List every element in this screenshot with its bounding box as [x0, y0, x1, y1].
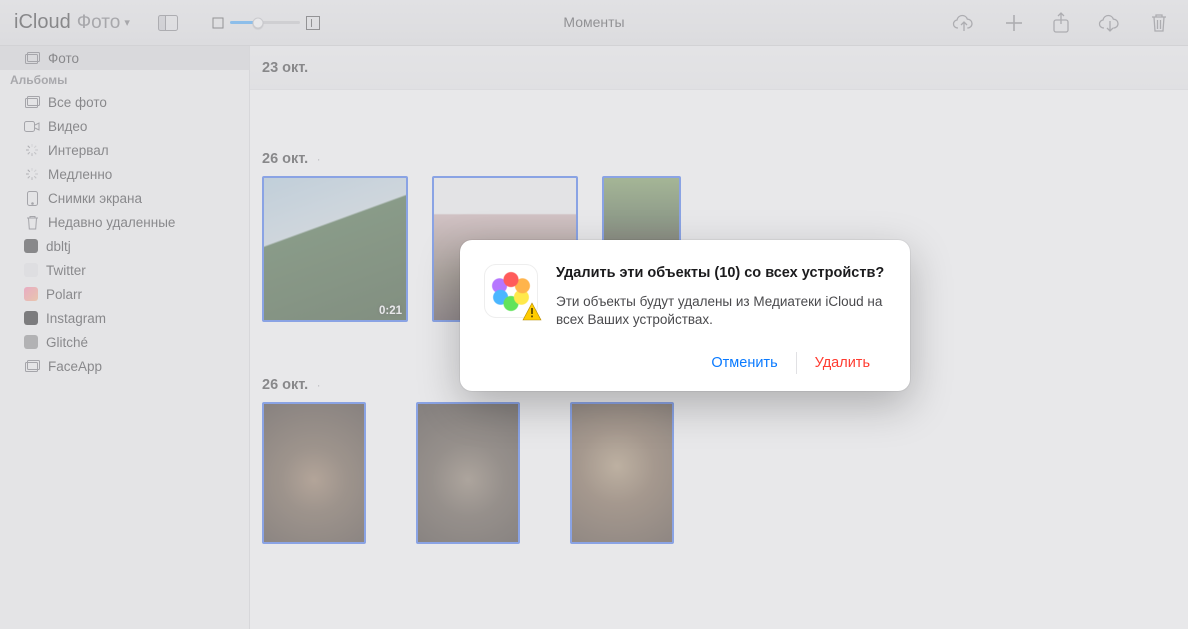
warning-icon — [521, 301, 543, 323]
photos-app-icon — [484, 264, 538, 318]
delete-button[interactable]: Удалить — [799, 349, 886, 377]
dialog-title: Удалить эти объекты (10) со всех устройс… — [556, 264, 886, 283]
dialog-description: Эти объекты будут удалены из Медиатеки i… — [556, 293, 886, 329]
delete-dialog: Удалить эти объекты (10) со всех устройс… — [460, 240, 910, 391]
cancel-button[interactable]: Отменить — [695, 349, 793, 377]
button-divider — [796, 352, 797, 374]
